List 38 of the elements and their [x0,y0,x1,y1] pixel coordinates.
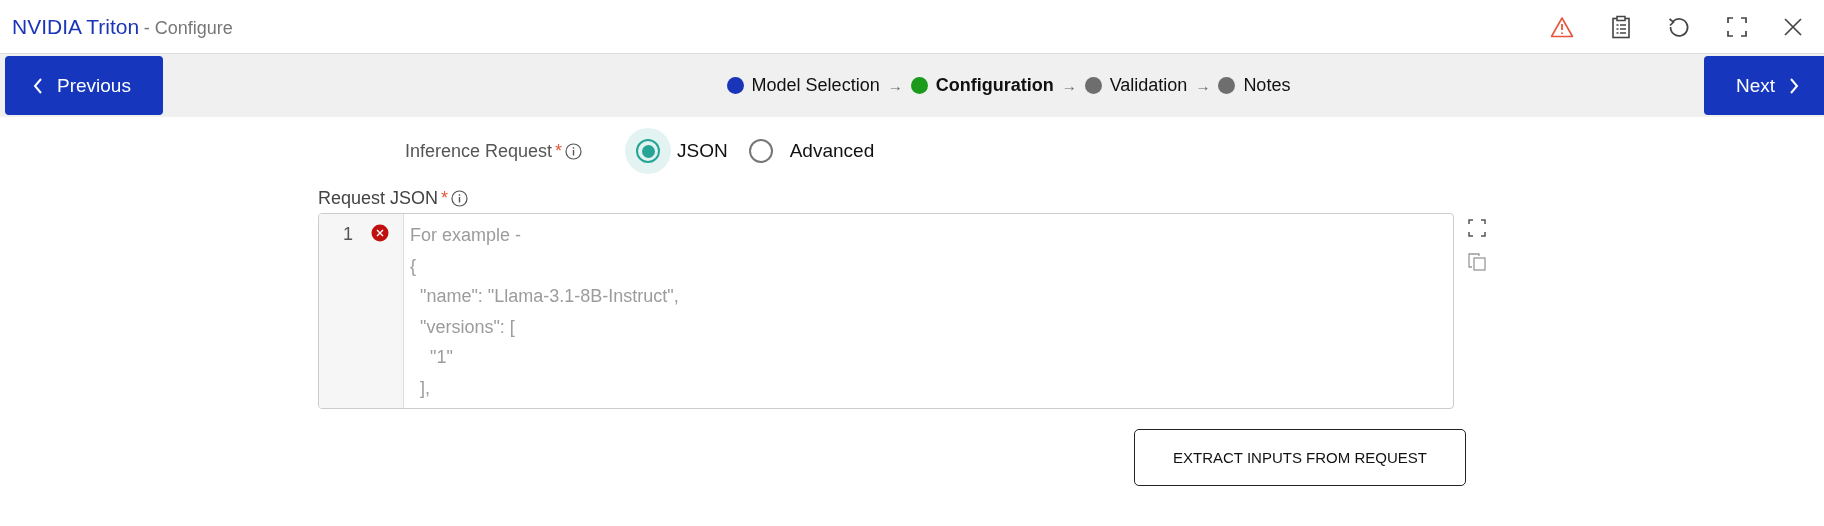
radio-button[interactable] [636,139,660,163]
extract-inputs-button[interactable]: EXTRACT INPUTS FROM REQUEST [1134,429,1466,486]
code-editor[interactable]: 1 For example - { "name": "Llama-3.1-8B-Instruct", "versions": [ "1" ], [318,213,1454,409]
required-mark: * [555,140,562,162]
app-title: NVIDIA Triton [12,14,140,38]
step-arrow: → [1061,77,1077,94]
step-label: Validation [1109,75,1188,96]
placeholder-line: { [410,254,417,278]
step-label: Model Selection [751,75,880,96]
radio-button[interactable] [748,139,773,163]
required-mark: * [441,187,449,209]
placeholder-line: "1" [429,346,454,369]
placeholder-line: ], [419,376,431,400]
placeholder-line: "versions": [ [419,315,516,339]
field-label: Request JSON [318,187,439,209]
info-icon[interactable] [565,142,582,160]
step-label: Configuration [935,75,1054,96]
previous-button[interactable]: Previous [5,56,163,115]
field-label: Inference Request [404,140,552,162]
placeholder-line: For example - [410,224,523,247]
placeholder-line: "name": "Llama-3.1-8B-Instruct", [419,285,679,308]
warning-icon[interactable] [1550,15,1574,38]
close-icon[interactable] [1784,17,1802,36]
chevron-right-icon [1789,77,1800,94]
clipboard-icon[interactable] [1611,14,1631,39]
step-arrow: → [887,77,903,94]
next-button[interactable]: Next [1704,56,1824,115]
fullscreen-icon[interactable] [1727,16,1747,37]
step-label: Notes [1243,75,1291,96]
line-number: 1 [343,224,353,244]
reset-icon[interactable] [1668,15,1690,38]
radio-option[interactable]: JSON [625,128,728,174]
info-icon[interactable] [451,189,469,207]
chevron-left-icon [33,77,43,94]
fullscreen-icon[interactable] [1468,219,1486,237]
step-arrow: → [1195,77,1211,94]
radio-option[interactable]: Advanced [737,128,875,174]
page-subtitle: - Configure [143,17,233,38]
